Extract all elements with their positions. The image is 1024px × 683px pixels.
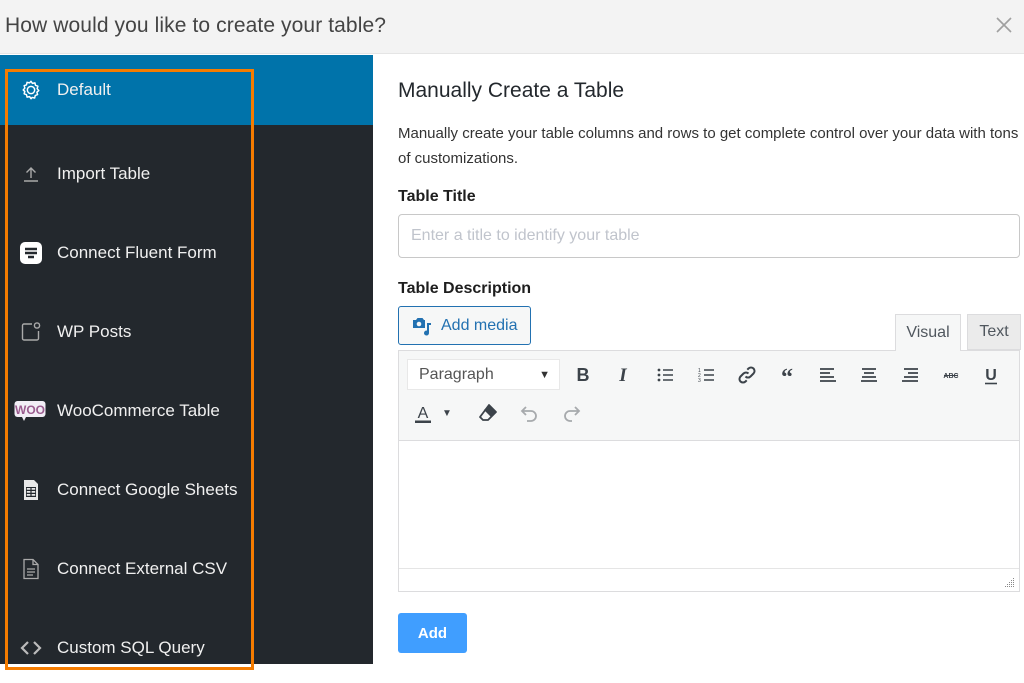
text-color-icon: A xyxy=(415,405,431,423)
tab-visual[interactable]: Visual xyxy=(895,314,961,351)
svg-text:U: U xyxy=(985,367,997,384)
sidebar-item-label: Connect External CSV xyxy=(57,559,228,578)
redo-button[interactable] xyxy=(557,399,585,427)
add-button[interactable]: Add xyxy=(398,613,467,653)
page-title: Manually Create a Table xyxy=(398,79,625,102)
align-center-button[interactable] xyxy=(855,361,883,389)
table-title-input[interactable] xyxy=(398,214,1020,258)
add-media-button[interactable]: Add media xyxy=(398,306,531,345)
code-icon xyxy=(18,636,44,660)
undo-button[interactable] xyxy=(516,399,544,427)
svg-text:A: A xyxy=(418,405,429,422)
editor-status-bar xyxy=(399,568,1019,591)
bold-button[interactable]: B xyxy=(569,361,597,389)
format-select-value: Paragraph xyxy=(419,365,494,383)
svg-text:3: 3 xyxy=(698,378,701,384)
sidebar-item-label: WP Posts xyxy=(57,322,132,341)
format-select[interactable]: Paragraph ▼ xyxy=(407,359,560,390)
undo-icon xyxy=(520,406,537,422)
align-left-icon xyxy=(820,368,836,382)
link-icon xyxy=(738,366,756,384)
sidebar-item-connect-external-csv[interactable]: Connect External CSV xyxy=(0,534,373,604)
creation-method-sidebar: Default Import Table Connect Fluent Form… xyxy=(0,55,373,664)
clear-formatting-button[interactable] xyxy=(474,399,502,427)
posts-icon xyxy=(18,320,44,344)
modal-title: How would you like to create your table? xyxy=(5,14,387,37)
page-description: Manually create your table columns and r… xyxy=(398,125,1019,167)
tab-text[interactable]: Text xyxy=(967,314,1021,350)
sidebar-item-connect-google-sheets[interactable]: Connect Google Sheets xyxy=(0,455,373,525)
woocommerce-icon: WOO xyxy=(14,399,46,423)
add-media-label: Add media xyxy=(441,316,518,334)
chevron-down-icon: ▼ xyxy=(539,369,550,381)
align-left-button[interactable] xyxy=(814,361,842,389)
table-description-label: Table Description xyxy=(398,280,532,297)
sidebar-item-import-table[interactable]: Import Table xyxy=(0,139,373,209)
align-right-icon xyxy=(902,368,918,382)
media-icon xyxy=(413,317,431,336)
sidebar-item-label: Connect Fluent Form xyxy=(57,243,217,262)
sidebar-item-woocommerce-table[interactable]: WOO WooCommerce Table xyxy=(0,376,373,446)
text-color-button[interactable]: A xyxy=(409,399,437,427)
bullet-list-icon xyxy=(657,368,673,382)
sidebar-item-wp-posts[interactable]: WP Posts xyxy=(0,297,373,367)
fluent-form-icon xyxy=(18,241,44,265)
numbered-list-button[interactable]: 123 xyxy=(692,361,720,389)
spreadsheet-icon xyxy=(18,478,44,502)
sidebar-item-label: Connect Google Sheets xyxy=(57,480,238,499)
table-title-label: Table Title xyxy=(398,188,476,205)
underline-button[interactable]: U xyxy=(977,361,1005,389)
rich-text-editor: Paragraph ▼ B I 123 “ ABC U A ▼ xyxy=(398,350,1020,592)
sidebar-item-label: Default xyxy=(57,80,111,99)
text-color-dropdown-button[interactable]: ▼ xyxy=(439,399,455,427)
blockquote-button[interactable]: “ xyxy=(773,361,801,389)
modal-header: How would you like to create your table? xyxy=(0,0,1024,54)
strikethrough-icon: ABC xyxy=(943,373,958,380)
blockquote-icon: “ xyxy=(781,365,793,386)
underline-icon: U xyxy=(985,367,997,385)
sidebar-item-label: Custom SQL Query xyxy=(57,638,205,657)
bullet-list-button[interactable] xyxy=(651,361,679,389)
document-icon xyxy=(18,557,44,581)
sidebar-item-connect-fluent-form[interactable]: Connect Fluent Form xyxy=(0,218,373,288)
align-right-button[interactable] xyxy=(896,361,924,389)
strikethrough-button[interactable]: ABC xyxy=(937,361,965,389)
sidebar-item-label: Import Table xyxy=(57,164,151,183)
svg-text:ABC: ABC xyxy=(943,373,958,380)
upload-icon xyxy=(18,162,44,186)
link-button[interactable] xyxy=(733,361,761,389)
sidebar-item-default[interactable]: Default xyxy=(0,55,373,125)
italic-button[interactable]: I xyxy=(609,361,637,389)
close-button[interactable] xyxy=(992,13,1016,37)
svg-text:I: I xyxy=(618,365,627,386)
chevron-down-icon: ▼ xyxy=(442,407,452,419)
close-icon xyxy=(996,17,1012,33)
svg-text:“: “ xyxy=(781,365,793,386)
editor-toolbar: Paragraph ▼ B I 123 “ ABC U A ▼ xyxy=(399,351,1019,441)
align-center-icon xyxy=(861,368,877,382)
bold-icon: B xyxy=(577,365,590,385)
svg-text:B: B xyxy=(577,365,590,385)
italic-icon: I xyxy=(618,365,627,386)
editor-content-area[interactable] xyxy=(399,441,1019,567)
numbered-list-icon: 123 xyxy=(698,368,714,384)
gear-icon xyxy=(18,78,44,102)
redo-icon xyxy=(564,406,581,422)
sidebar-item-label: WooCommerce Table xyxy=(57,401,220,420)
resize-handle-icon[interactable] xyxy=(1005,577,1015,587)
svg-text:WOO: WOO xyxy=(15,403,45,417)
eraser-icon xyxy=(479,404,497,421)
